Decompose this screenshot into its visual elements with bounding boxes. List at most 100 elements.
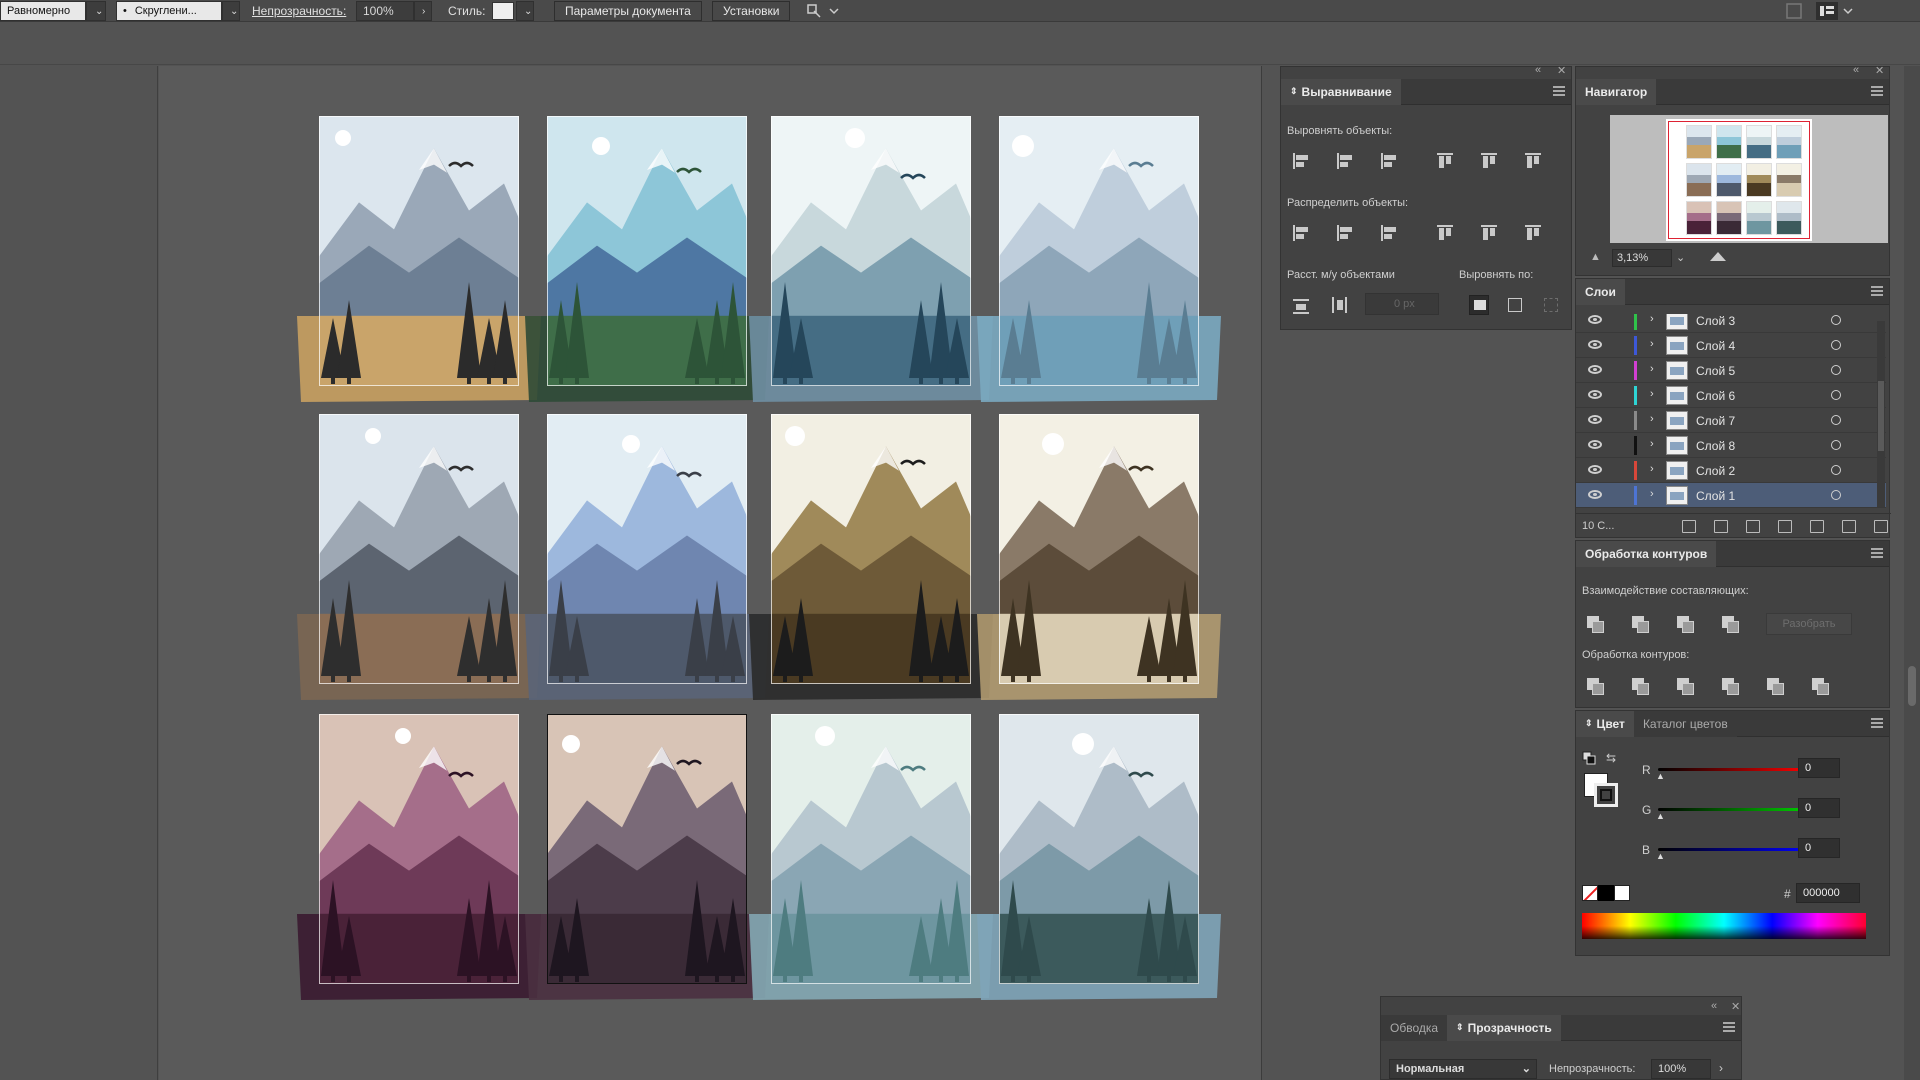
transparency-opacity-input[interactable]: 100% [1651,1059,1711,1079]
artboard-7[interactable] [747,414,995,708]
align-to-key-object-icon[interactable] [1469,295,1489,315]
transform-icon[interactable] [804,1,842,21]
tab-layers[interactable]: Слои [1576,278,1625,305]
panel-menu-icon[interactable] [1871,286,1883,296]
layer-row[interactable]: › Слой 8 [1576,433,1886,458]
chevron-down-icon[interactable]: ⌄ [222,1,240,21]
artboard-1[interactable] [295,116,543,410]
search-layer-icon[interactable] [1714,520,1728,533]
vertical-align-bottom-icon[interactable] [1523,151,1543,171]
chevron-down-icon[interactable]: ⌄ [86,1,106,21]
close-panel-icon[interactable]: ✕ [1731,1000,1740,1013]
chevron-right-icon[interactable]: › [414,1,432,21]
opacity-value[interactable]: 100% [356,1,414,21]
stroke-profile-dropdown[interactable]: Равномерно ⌄ [0,1,106,21]
style-swatch-dropdown[interactable]: ⌄ [492,1,534,21]
artboard-2[interactable] [523,116,771,410]
tab-color[interactable]: ⇕ Цвет [1576,710,1634,737]
vertical-distribute-bottom-icon[interactable] [1379,223,1399,243]
horizontal-distribute-space-icon[interactable] [1329,295,1349,315]
zoom-input[interactable]: 3,13% [1612,249,1672,267]
visibility-eye-icon[interactable] [1588,340,1602,349]
target-circle-icon[interactable] [1831,340,1841,350]
layer-row[interactable]: › Слой 6 [1576,383,1886,408]
target-circle-icon[interactable] [1831,440,1841,450]
white-swatch[interactable] [1614,885,1630,901]
make-clipping-mask-icon[interactable] [1778,520,1792,533]
horizontal-align-right-icon[interactable] [1379,151,1399,171]
horizontal-distribute-right-icon[interactable] [1523,223,1543,243]
layer-name[interactable]: Слой 2 [1696,464,1735,478]
target-circle-icon[interactable] [1831,465,1841,475]
layer-row[interactable]: › Слой 1 [1576,483,1886,508]
chevron-right-icon[interactable]: › [1719,1061,1723,1075]
b-slider[interactable] [1658,848,1808,851]
r-slider[interactable] [1658,768,1808,771]
horizontal-distribute-center-icon[interactable] [1479,223,1499,243]
vertical-distribute-center-icon[interactable] [1335,223,1355,243]
b-slider-thumb-icon[interactable]: ▲ [1656,851,1665,861]
workspace-switcher[interactable] [1814,1,1858,21]
layer-row[interactable]: › Слой 7 [1576,408,1886,433]
vertical-distribute-top-icon[interactable] [1291,223,1311,243]
chevron-down-icon[interactable]: ⌄ [516,1,534,21]
tab-color-guide[interactable]: Каталог цветов [1633,710,1737,737]
align-to-artboard-icon[interactable] [1541,295,1561,315]
vertical-distribute-space-icon[interactable] [1291,295,1311,315]
opacity-label[interactable]: Непрозрачность: [252,4,346,18]
chevron-right-icon[interactable]: › [1650,463,1654,475]
panel-menu-icon[interactable] [1553,86,1565,96]
visibility-eye-icon[interactable] [1588,415,1602,424]
navigator-preview[interactable] [1610,115,1888,243]
panel-menu-icon[interactable] [1871,86,1883,96]
none-swatch-icon[interactable] [1582,885,1598,901]
unite-icon[interactable] [1586,615,1606,635]
horizontal-align-left-icon[interactable] [1291,151,1311,171]
minus-back-icon[interactable] [1811,677,1831,697]
chevron-right-icon[interactable]: › [1650,388,1654,400]
divide-icon[interactable] [1586,677,1606,697]
intersect-icon[interactable] [1676,615,1696,635]
crop-icon[interactable] [1721,677,1741,697]
vertical-align-top-icon[interactable] [1435,151,1455,171]
visibility-eye-icon[interactable] [1588,390,1602,399]
tab-align[interactable]: ⇕ Выравнивание [1281,78,1401,105]
export-layer-icon[interactable] [1682,520,1696,533]
g-input[interactable]: 0 [1798,798,1840,818]
layer-row[interactable]: › Слой 4 [1576,333,1886,358]
visibility-eye-icon[interactable] [1588,365,1602,374]
panel-menu-icon[interactable] [1723,1022,1735,1032]
tab-pathfinder[interactable]: Обработка контуров [1576,540,1717,567]
layer-name[interactable]: Слой 1 [1696,489,1735,503]
brush-dropdown[interactable]: • Скруглени... ⌄ [116,1,240,21]
target-circle-icon[interactable] [1831,315,1841,325]
artboard-5[interactable] [295,414,543,708]
merge-icon[interactable] [1676,677,1696,697]
b-input[interactable]: 0 [1798,838,1840,858]
horizontal-distribute-left-icon[interactable] [1435,223,1455,243]
artboard-11[interactable] [747,714,995,1008]
preferences-button[interactable]: Установки [712,1,791,21]
tab-transparency[interactable]: ⇕ Прозрачность [1447,1014,1561,1041]
layer-name[interactable]: Слой 4 [1696,339,1735,353]
artboard-3[interactable] [747,116,995,410]
layer-name[interactable]: Слой 5 [1696,364,1735,378]
delete-layer-icon[interactable] [1874,520,1888,533]
chevron-right-icon[interactable]: › [1650,413,1654,425]
artboard-10[interactable] [523,714,771,1008]
panel-menu-icon[interactable] [1871,718,1883,728]
r-slider-thumb-icon[interactable]: ▲ [1656,771,1665,781]
trim-icon[interactable] [1631,677,1651,697]
blend-mode-dropdown[interactable]: Нормальная ⌄ [1389,1059,1537,1079]
align-to-selection-icon[interactable] [1505,295,1525,315]
outline-icon[interactable] [1766,677,1786,697]
expand-button[interactable]: Разобрать [1766,613,1852,635]
exclude-icon[interactable] [1721,615,1741,635]
panel-menu-icon[interactable] [1871,548,1883,558]
tab-navigator[interactable]: Навигатор [1576,78,1657,105]
collapse-panel-icon[interactable]: « [1535,64,1541,76]
g-slider-thumb-icon[interactable]: ▲ [1656,811,1665,821]
visibility-eye-icon[interactable] [1588,490,1602,499]
chevron-down-icon[interactable]: ⌄ [1676,251,1685,264]
swap-colors-icon[interactable]: ⇆ [1606,751,1616,765]
